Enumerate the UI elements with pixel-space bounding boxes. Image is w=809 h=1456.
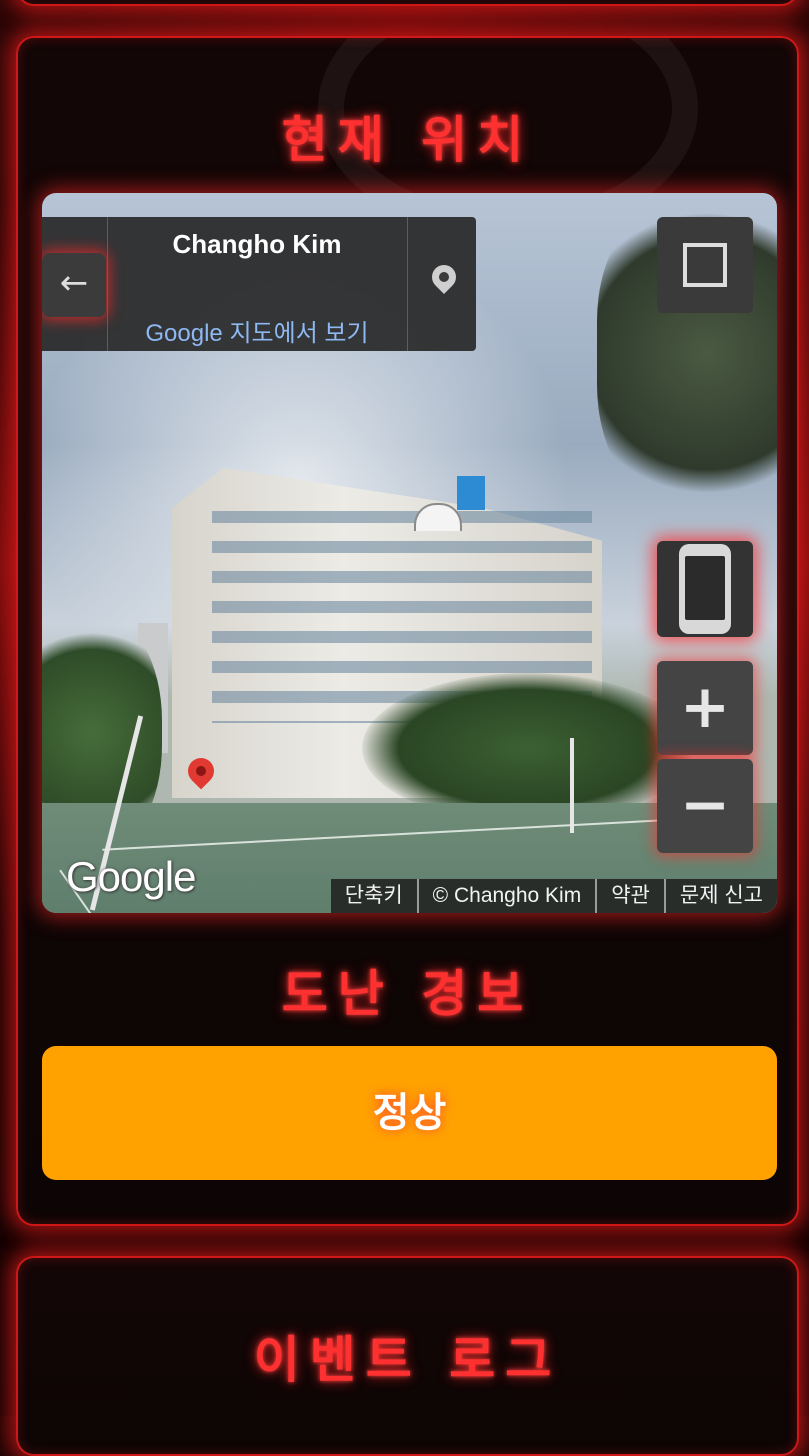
trees	[362, 673, 692, 823]
street-view-footer: 단축키 © Changho Kim 약관 문제 신고	[330, 879, 777, 913]
shortcuts-link[interactable]: 단축키	[330, 879, 417, 913]
street-view[interactable]: ← Changho Kim Google 지도에서 보기 + − Google …	[42, 193, 777, 913]
zoom-out-button[interactable]: −	[657, 759, 753, 853]
view-in-maps-link[interactable]: Google 지도에서 보기	[109, 313, 405, 348]
location-title: 현재 위치	[281, 111, 534, 169]
copyright-link[interactable]: © Changho Kim	[416, 879, 596, 913]
fullscreen-icon	[705, 243, 727, 265]
phone-icon	[679, 544, 731, 634]
report-problem-link[interactable]: 문제 신고	[663, 879, 777, 913]
fullscreen-button[interactable]	[657, 217, 753, 313]
fullscreen-icon	[705, 265, 727, 287]
alarm-status-button[interactable]: 정상	[42, 1046, 777, 1180]
event-log-panel: 이벤트 로그	[16, 1256, 799, 1456]
google-logo: Google	[66, 853, 196, 900]
fullscreen-icon	[683, 243, 705, 265]
top-panel	[16, 0, 799, 6]
theft-alarm-title: 도난 경보	[281, 965, 534, 1023]
event-log-title: 이벤트 로그	[253, 1331, 562, 1389]
divider	[407, 217, 408, 351]
flag	[457, 476, 485, 510]
pole	[570, 738, 574, 833]
location-panel: 현재 위치 ← Changho Kim Google 지도에서 보기 + − G…	[16, 36, 799, 1226]
map-pin-button[interactable]	[412, 217, 476, 351]
zoom-in-button[interactable]: +	[657, 661, 753, 755]
plus-icon: +	[679, 672, 731, 742]
motion-tracking-button[interactable]	[657, 541, 753, 637]
place-name: Changho Kim	[172, 229, 342, 259]
terms-link[interactable]: 약관	[595, 879, 664, 913]
back-button[interactable]: ←	[42, 253, 106, 317]
map-pin-icon	[427, 260, 461, 294]
minus-icon: −	[679, 770, 731, 840]
divider	[107, 217, 108, 351]
fullscreen-icon	[683, 265, 705, 287]
